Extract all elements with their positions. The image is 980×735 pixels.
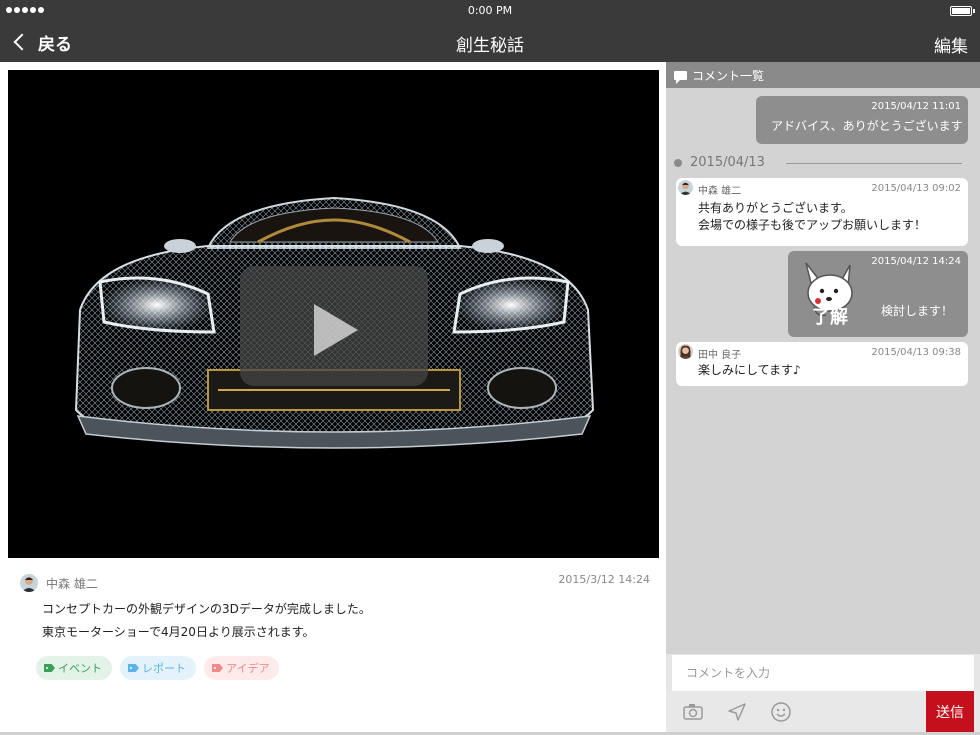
date-dot xyxy=(674,159,682,167)
sticker-text: 了解 xyxy=(812,307,848,328)
tag-report[interactable]: レポート xyxy=(120,656,196,680)
post-body-line: コンセプトカーの外観デザインの3Dデータが完成しました。 xyxy=(42,602,371,616)
status-time: 0:00 PM xyxy=(467,4,513,17)
tag-icon xyxy=(128,664,139,672)
avatar xyxy=(20,574,38,592)
location-icon xyxy=(728,703,746,721)
camera-icon xyxy=(683,704,703,720)
comment-own[interactable]: 2015/04/12 11:01 アドバイス、ありがとうございます xyxy=(756,96,968,144)
emoji-button[interactable] xyxy=(768,699,794,725)
camera-button[interactable] xyxy=(680,699,706,725)
tag-label: イベント xyxy=(58,662,102,675)
page-title: 創生秘話 xyxy=(456,36,524,56)
post-body-line: 東京モーターショーで4月20日より展示されます。 xyxy=(42,625,315,639)
smiley-icon xyxy=(771,702,791,722)
comment-time: 2015/04/12 11:01 xyxy=(871,101,961,112)
tag-icon xyxy=(212,664,223,672)
comment-text: 楽しみにしてます♪ xyxy=(698,363,801,377)
battery-icon xyxy=(950,6,975,16)
date-label: 2015/04/13 xyxy=(690,155,765,170)
comment-own-sticker[interactable]: 2015/04/12 14:24 了解 検討します！ xyxy=(788,251,968,337)
comment-text: 共有ありがとうございます。 会場での様子も後でアップお願いします！ xyxy=(698,200,926,234)
back-button[interactable]: 戻る xyxy=(10,30,72,55)
comment-other[interactable]: 田中 良子 2015/04/13 09:38 楽しみにしてます♪ xyxy=(676,342,968,386)
edit-button[interactable]: 編集 xyxy=(934,32,968,57)
avatar xyxy=(678,344,693,359)
video-player[interactable] xyxy=(8,70,659,558)
play-button[interactable] xyxy=(240,266,428,386)
comment-author: 中森 雄二 xyxy=(698,186,742,197)
comments-header-label: コメント一覧 xyxy=(692,68,765,83)
comment-line: 共有ありがとうございます。 xyxy=(698,201,853,215)
comment-time: 2015/04/13 09:02 xyxy=(871,183,961,194)
comment-input-area xyxy=(672,655,974,691)
comment-text: 検討します！ xyxy=(880,304,953,318)
send-button[interactable]: 送信 xyxy=(926,691,974,732)
location-button[interactable] xyxy=(724,699,750,725)
comment-time: 2015/04/13 09:38 xyxy=(871,347,961,358)
comment-icon xyxy=(674,70,687,84)
avatar xyxy=(678,180,693,195)
comment-text: アドバイス、ありがとうございます xyxy=(771,119,963,133)
post-timestamp: 2015/3/12 14:24 xyxy=(558,573,650,586)
comment-time: 2015/04/12 14:24 xyxy=(871,256,961,267)
tag-label: レポート xyxy=(142,662,186,675)
tag-list: イベント レポート アイデア xyxy=(36,656,280,680)
post-body: コンセプトカーの外観デザインの3Dデータが完成しました。 東京モーターショーで4… xyxy=(42,598,642,644)
back-label: 戻る xyxy=(38,34,72,55)
comment-author: 田中 良子 xyxy=(698,350,742,361)
post-author: 中森 雄二 xyxy=(46,577,98,591)
comment-line: 会場での様子も後でアップお願いします！ xyxy=(698,218,927,232)
comment-input[interactable] xyxy=(672,655,974,691)
comments-panel: コメント一覧 2015/04/12 11:01 アドバイス、ありがとうございます… xyxy=(666,62,980,654)
post-panel: 中森 雄二 2015/3/12 14:24 コンセプトカーの外観デザインの3Dデ… xyxy=(0,62,666,732)
date-separator: 2015/04/13 xyxy=(674,155,964,171)
divider xyxy=(786,163,962,164)
tag-idea[interactable]: アイデア xyxy=(204,656,280,680)
nav-bar: 戻る 創生秘話 編集 xyxy=(0,22,980,62)
tag-icon xyxy=(44,664,55,672)
comments-header: コメント一覧 xyxy=(666,62,980,88)
comment-other[interactable]: 中森 雄二 2015/04/13 09:02 共有ありがとうございます。 会場で… xyxy=(676,178,968,246)
back-chevron-icon xyxy=(13,33,31,51)
status-bar: 0:00 PM xyxy=(0,0,980,22)
play-icon xyxy=(314,304,358,356)
comment-toolbar: 送信 xyxy=(666,691,980,732)
tag-label: アイデア xyxy=(226,662,270,675)
tag-event[interactable]: イベント xyxy=(36,656,112,680)
